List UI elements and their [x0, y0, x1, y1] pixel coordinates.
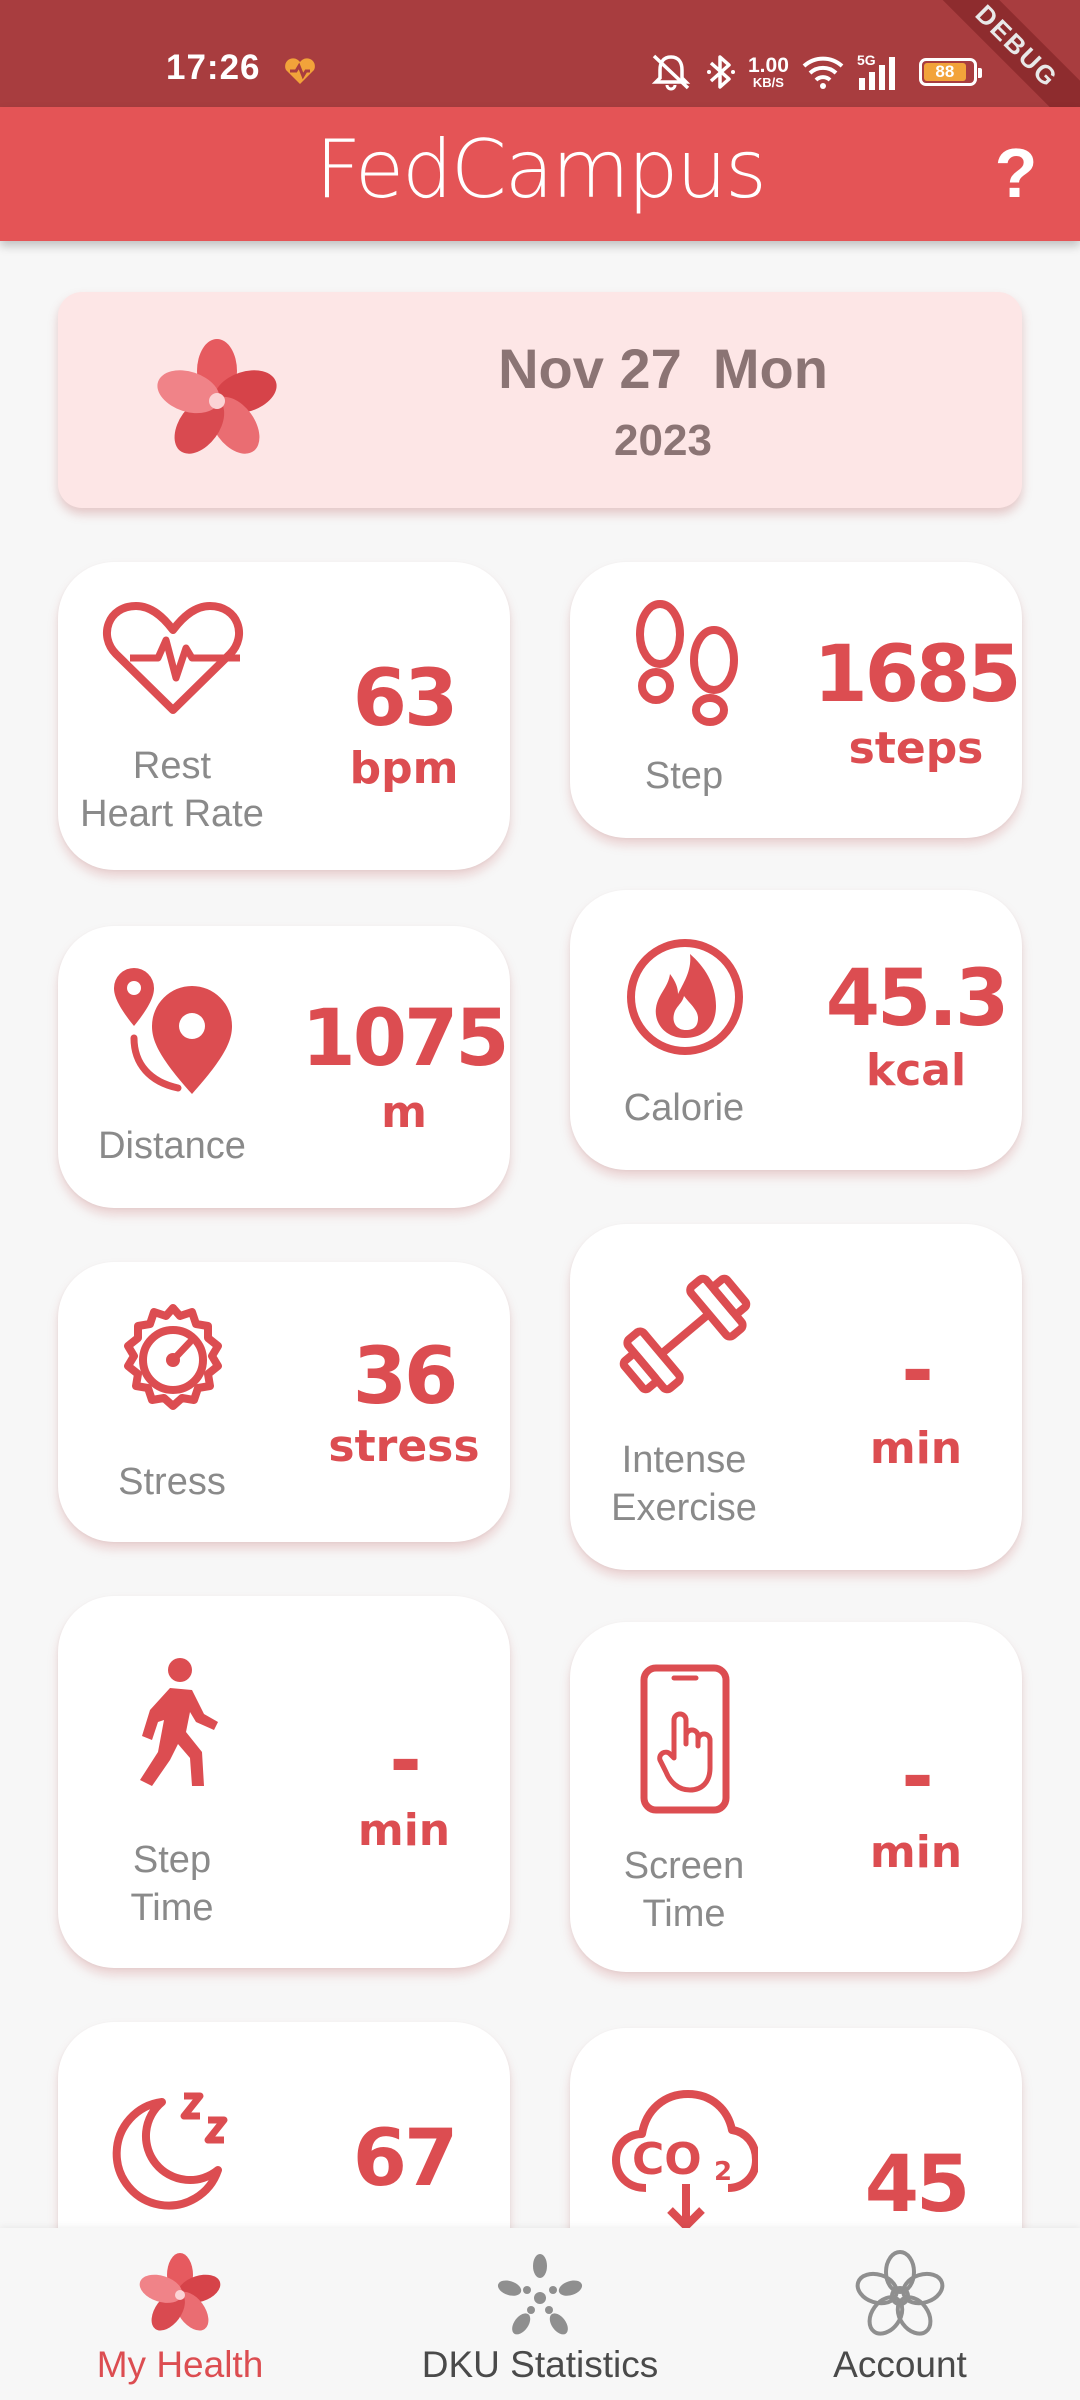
metric-value: 1075 — [301, 994, 509, 1084]
metric-label: Step Time — [130, 1839, 214, 1929]
status-icons: 1.00 KB/S 5G 88 — [648, 50, 982, 94]
metric-unit: steps — [848, 723, 984, 774]
sleep-moon-icon — [100, 2086, 246, 2216]
metric-label: Rest Heart Rate — [80, 745, 264, 835]
heart-icon — [282, 56, 318, 86]
mute-icon — [648, 52, 694, 92]
nav-dku-statistics[interactable]: DKU Statistics — [360, 2228, 720, 2400]
flame-icon — [612, 934, 758, 1060]
metric-label: Step — [644, 755, 724, 797]
metric-unit: min — [869, 1423, 963, 1474]
dumbbell-icon — [612, 1264, 758, 1404]
metric-value: 1685 — [813, 630, 1021, 720]
network-speed: 1.00 KB/S — [748, 55, 789, 89]
help-button[interactable]: ? — [986, 131, 1046, 215]
battery-icon: 88 — [918, 58, 982, 86]
svg-text:CO: CO — [632, 2134, 702, 2185]
network-type-label: 5G — [857, 52, 876, 68]
metric-value: - — [389, 1716, 421, 1806]
bluetooth-icon — [706, 52, 736, 92]
metric-value: 67 — [352, 2114, 459, 2204]
stress-gauge-icon — [100, 1302, 246, 1430]
metric-card-distance[interactable]: Distance 1075 m — [58, 926, 510, 1208]
metric-unit: min — [869, 1827, 963, 1878]
heart-rate-icon — [100, 598, 246, 718]
metric-unit: m — [381, 1087, 427, 1138]
metric-label: Calorie — [623, 1087, 745, 1129]
date-card: Nov 27 Mon 2023 — [58, 292, 1022, 508]
network-speed-unit: KB/S — [752, 75, 784, 90]
phone-touch-icon — [612, 1664, 758, 1814]
battery-percent: 88 — [935, 62, 955, 81]
network-speed-value: 1.00 — [748, 54, 789, 77]
metric-label: Intense Exercise — [611, 1439, 757, 1529]
nav-label: Account — [833, 2344, 967, 2385]
metric-unit: stress — [328, 1421, 480, 1472]
metric-card-screen-time[interactable]: Screen Time - min — [570, 1622, 1022, 1972]
cellular-signal-icon: 5G — [857, 52, 907, 92]
metric-value: 45.3 — [825, 954, 1009, 1044]
year-text: 2023 — [614, 416, 712, 465]
battery-tip — [977, 68, 982, 78]
wifi-icon — [801, 54, 845, 90]
distance-pin-icon — [100, 964, 246, 1100]
nav-my-health[interactable]: My Health — [0, 2228, 360, 2400]
metric-card-rest-heart-rate[interactable]: Rest Heart Rate 63 bpm — [58, 562, 510, 870]
metric-card-calorie[interactable]: Calorie 45.3 kcal — [570, 890, 1022, 1170]
account-flower-icon — [720, 2250, 1080, 2340]
footprints-icon — [612, 598, 758, 728]
metric-unit: min — [357, 1805, 451, 1856]
bottom-nav: My Health DKU Statistics Account — [0, 2228, 1080, 2400]
metric-card-step-time[interactable]: Step Time - min — [58, 1596, 510, 1968]
status-bar: 17:26 1.00 KB/S 5G 88 DEBUG — [0, 0, 1080, 149]
app-bar: FedCampus ? — [0, 107, 1080, 241]
app-title: FedCampus — [315, 123, 767, 216]
metric-unit: kcal — [865, 1045, 967, 1096]
metric-value: 45 — [864, 2140, 971, 2230]
metric-value: - — [901, 1732, 933, 1822]
metric-unit: bpm — [349, 743, 459, 794]
metric-card-intense-exercise[interactable]: Intense Exercise - min — [570, 1224, 1022, 1570]
nav-account[interactable]: Account — [720, 2228, 1080, 2400]
nav-label: DKU Statistics — [421, 2344, 659, 2385]
svg-text:2: 2 — [714, 2157, 732, 2187]
metric-value: 63 — [352, 654, 459, 744]
metric-card-step[interactable]: Step 1685 steps — [570, 562, 1022, 838]
metric-label: Screen Time — [623, 1845, 745, 1935]
flower-logo-icon — [0, 2250, 360, 2340]
status-time: 17:26 — [166, 48, 261, 87]
metric-label: Stress — [118, 1461, 226, 1503]
metric-label: Distance — [98, 1125, 246, 1167]
nav-label: My Health — [96, 2344, 264, 2385]
dots-flower-icon — [360, 2250, 720, 2340]
metric-card-stress[interactable]: Stress 36 stress — [58, 1262, 510, 1542]
walking-person-icon — [100, 1656, 246, 1792]
metric-value: - — [901, 1326, 933, 1416]
co2-cloud-icon: CO 2 — [612, 2084, 758, 2234]
metric-value: 36 — [352, 1332, 459, 1422]
flower-logo-icon — [150, 334, 285, 469]
date-text: Nov 27 Mon — [498, 337, 828, 400]
